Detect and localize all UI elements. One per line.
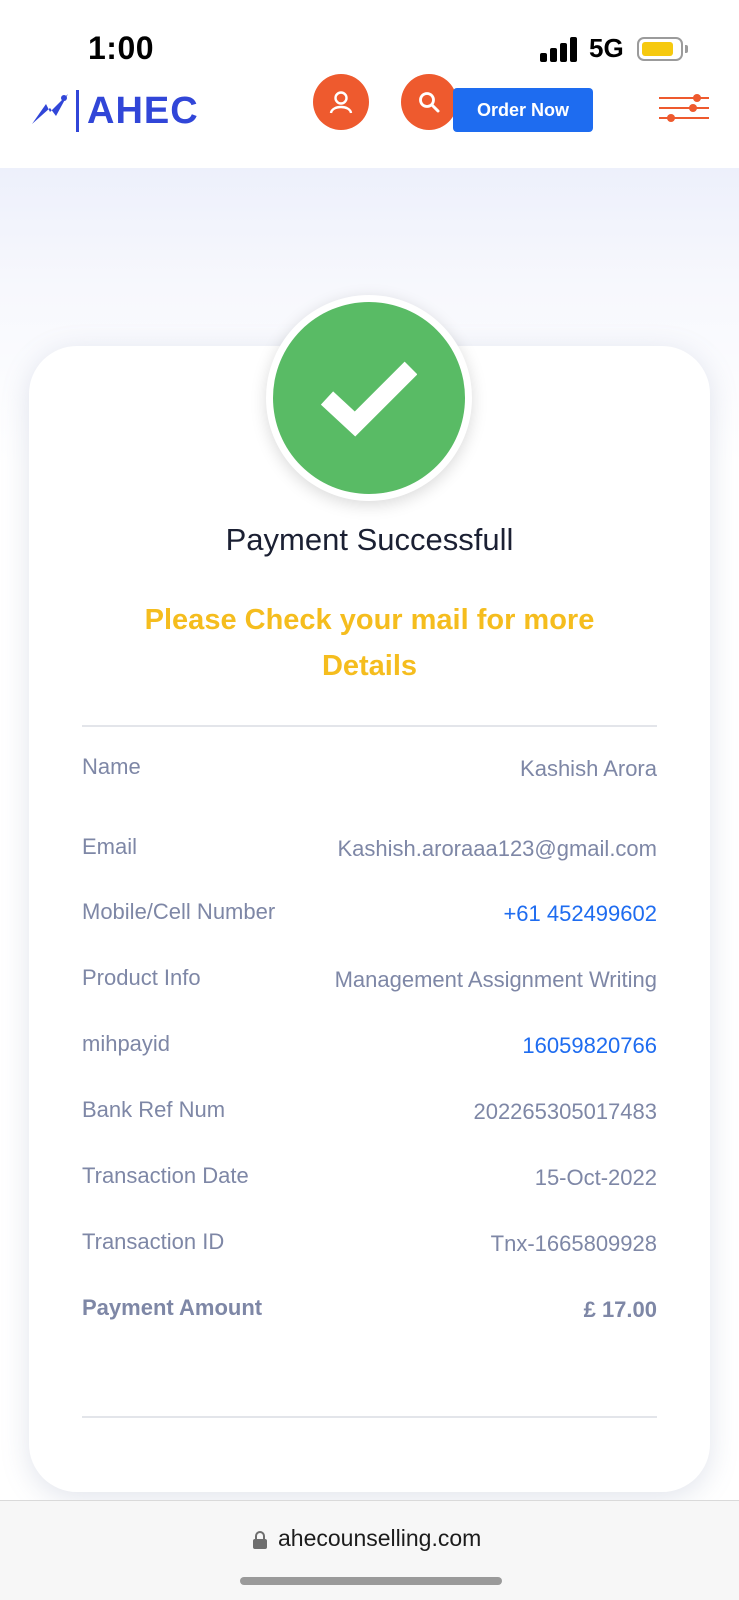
detail-row-product: Product Info Management Assignment Writi…	[82, 965, 657, 1005]
detail-value: Kashish Arora	[520, 756, 657, 781]
payment-note: Please Check your mail for more Details	[144, 604, 595, 682]
menu-filter-icon[interactable]	[657, 88, 711, 128]
account-button[interactable]	[313, 74, 369, 130]
divider	[82, 1416, 657, 1418]
network-type: 5G	[589, 33, 624, 63]
detail-label: Email	[82, 834, 138, 859]
detail-value: Kashish.aroraaa123@gmail.com	[337, 836, 658, 861]
detail-row-amount: Payment Amount £ 17.00	[82, 1295, 657, 1335]
divider	[82, 725, 657, 727]
detail-value: 202265305017483	[473, 1099, 657, 1124]
checkmark-icon	[321, 361, 417, 437]
detail-label: Product Info	[82, 965, 201, 990]
detail-value: 15-Oct-2022	[534, 1165, 657, 1190]
mihpayid-link[interactable]: 16059820766	[522, 1033, 657, 1059]
detail-label: Transaction Date	[82, 1163, 249, 1188]
detail-label: mihpayid	[82, 1031, 171, 1056]
order-now-button[interactable]: Order Now	[453, 88, 593, 132]
battery-icon	[637, 37, 688, 61]
lock-icon	[253, 1531, 267, 1549]
browser-url-bar[interactable]: ahecounselling.com	[0, 1500, 739, 1600]
detail-label: Bank Ref Num	[82, 1097, 226, 1122]
detail-row-mobile: Mobile/Cell Number +61 452499602	[82, 899, 657, 939]
detail-row-email: Email Kashish.aroraaa123@gmail.com	[82, 834, 657, 874]
detail-row-name: Name Kashish Arora	[82, 754, 657, 794]
detail-row-mihpayid: mihpayid 16059820766	[82, 1031, 657, 1071]
payment-amount: £ 17.00	[583, 1297, 657, 1322]
detail-label: Mobile/Cell Number	[82, 899, 276, 924]
detail-row-date: Transaction Date 15-Oct-2022	[82, 1163, 657, 1203]
brand-name: AHEC	[87, 89, 199, 132]
home-indicator[interactable]	[240, 1577, 502, 1585]
success-badge	[266, 295, 472, 501]
search-icon	[419, 92, 440, 113]
detail-row-transaction-id: Transaction ID Tnx-1665809928	[82, 1229, 657, 1269]
detail-label: Transaction ID	[82, 1229, 225, 1254]
detail-row-bank-ref: Bank Ref Num 202265305017483	[82, 1097, 657, 1137]
bird-logo-icon	[32, 94, 68, 124]
detail-label: Name	[82, 754, 141, 779]
site-header: AHEC Order Now	[0, 74, 739, 168]
url-text[interactable]: ahecounselling.com	[278, 1525, 481, 1552]
search-button[interactable]	[401, 74, 457, 130]
phone-link[interactable]: +61 452499602	[503, 901, 657, 927]
signal-icon	[540, 36, 580, 62]
payment-status-title: Payment Successfull	[225, 522, 514, 557]
detail-value: Tnx-1665809928	[490, 1231, 657, 1256]
detail-label: Payment Amount	[82, 1295, 263, 1320]
user-icon	[329, 91, 353, 114]
logo-divider	[76, 90, 79, 132]
status-time: 1:00	[88, 30, 155, 66]
status-bar: 1:00 5G	[0, 0, 739, 78]
detail-value: Management Assignment Writing	[334, 967, 657, 992]
success-circle	[273, 302, 465, 494]
brand-logo[interactable]: AHEC	[30, 86, 199, 136]
